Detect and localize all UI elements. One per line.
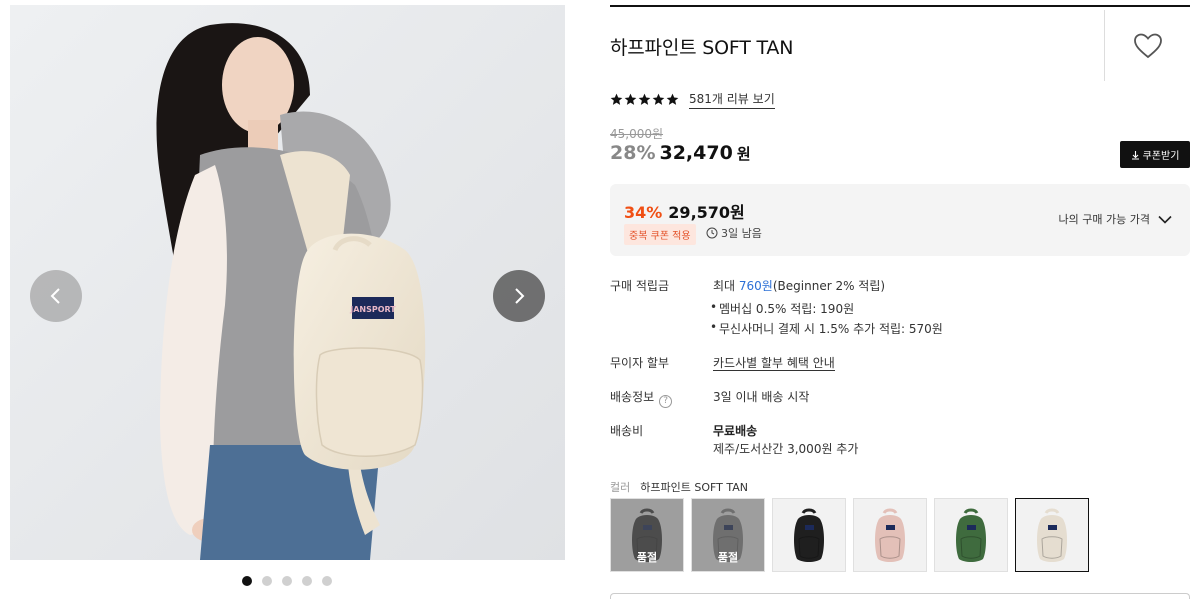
coupon-button[interactable]: 쿠폰받기 (1120, 141, 1190, 168)
star-rating (610, 93, 679, 106)
star-icon (652, 93, 665, 105)
gallery-dot-2[interactable] (262, 576, 272, 586)
coupon-stack-badge: 중복 쿠폰 적용 (624, 224, 696, 245)
clock-icon (706, 227, 718, 239)
shipping-fee-label: 배송비 (610, 424, 644, 438)
points-label: 구매 적립금 (610, 279, 670, 293)
gallery-dot-1[interactable] (242, 576, 252, 586)
color-swatch-green[interactable] (934, 498, 1008, 572)
selected-color: 하프파인트 SOFT TAN (640, 481, 748, 494)
product-image-gallery[interactable]: JANSPORT (10, 5, 565, 560)
product-title: 하프파인트 SOFT TAN (610, 37, 794, 59)
option-select-box[interactable] (610, 593, 1190, 599)
installment-label: 무이자 할부 (610, 356, 670, 370)
points-bullet: 멤버십 0.5% 적립: 190원 (710, 300, 854, 317)
installment-link[interactable]: 카드사별 할부 혜택 안내 (713, 356, 835, 371)
gallery-dot-5[interactable] (322, 576, 332, 586)
points-amount: 760원 (738, 279, 773, 293)
soldout-label: 품절 (717, 551, 739, 564)
remaining-text: 3일 남음 (721, 227, 762, 240)
coupon-button-label: 쿠폰받기 (1142, 151, 1180, 162)
backpack-thumbnail (773, 499, 845, 571)
color-swatch-soft-tan[interactable] (1015, 498, 1089, 572)
backpack-thumbnail (935, 499, 1007, 571)
previous-image-button[interactable] (30, 270, 82, 322)
backpack-thumbnail (1016, 499, 1088, 571)
best-price: 34% 29,570원 (624, 199, 745, 223)
my-price-label: 나의 구매 가능 가격 (1058, 213, 1150, 226)
discount-rate: 28% (610, 142, 656, 164)
product-photo: JANSPORT (10, 5, 565, 560)
heart-icon (1134, 33, 1162, 59)
shipping-info-value: 3일 이내 배송 시작 (713, 390, 810, 404)
color-swatch-black[interactable] (772, 498, 846, 572)
download-icon (1131, 150, 1139, 160)
best-price-amount: 29,570원 (668, 203, 745, 222)
soldout-label: 품절 (636, 551, 658, 564)
gallery-pagination (242, 576, 332, 586)
help-icon[interactable]: ? (659, 394, 673, 408)
next-image-button[interactable] (493, 270, 545, 322)
chevron-right-icon (515, 288, 525, 304)
color-swatch-grey[interactable]: 품절 (691, 498, 765, 572)
top-divider (610, 5, 1190, 7)
shipping-info-label: 배송정보? (610, 388, 673, 408)
chevron-down-icon (1158, 215, 1172, 224)
rating-row: 581개 리뷰 보기 (610, 90, 775, 109)
title-divider (1104, 10, 1105, 81)
price-unit: 원 (736, 145, 751, 163)
color-swatches: 품절 품절 (610, 498, 1089, 572)
star-icon (610, 93, 623, 105)
star-icon (666, 93, 679, 105)
review-link[interactable]: 581개 리뷰 보기 (689, 90, 775, 109)
wishlist-button[interactable] (1133, 32, 1163, 60)
chevron-left-icon (50, 288, 60, 304)
star-icon (624, 93, 637, 105)
color-label: 컬러 (610, 481, 631, 494)
remaining-time: 3일 남음 (706, 225, 762, 241)
star-icon (638, 93, 651, 105)
shipping-fee-value: 무료배송 (713, 424, 758, 438)
gallery-dot-3[interactable] (282, 576, 292, 586)
color-row: 컬러 하프파인트 SOFT TAN (610, 479, 748, 495)
best-price-box: 34% 29,570원 중복 쿠폰 적용 3일 남음 나의 구매 가능 가격 (610, 184, 1190, 256)
price-row: 28% 32,470 원 (610, 142, 751, 164)
sale-price: 32,470 (659, 142, 733, 164)
backpack-thumbnail (854, 499, 926, 571)
shipping-fee-note: 제주/도서산간 3,000원 추가 (713, 442, 859, 456)
points-value: 최대 760원(Beginner 2% 적립) (713, 279, 886, 293)
svg-text:JANSPORT: JANSPORT (349, 305, 396, 314)
color-swatch-pink[interactable] (853, 498, 927, 572)
points-bullet: 무신사머니 결제 시 1.5% 추가 적립: 570원 (710, 320, 943, 337)
best-discount-rate: 34% (624, 203, 663, 222)
my-price-toggle[interactable]: 나의 구매 가능 가격 (1059, 211, 1172, 227)
gallery-dot-4[interactable] (302, 576, 312, 586)
original-price: 45,000원 (610, 127, 664, 141)
color-swatch-charcoal[interactable]: 품절 (610, 498, 684, 572)
installment-link-wrap: 카드사별 할부 혜택 안내 (713, 354, 835, 371)
